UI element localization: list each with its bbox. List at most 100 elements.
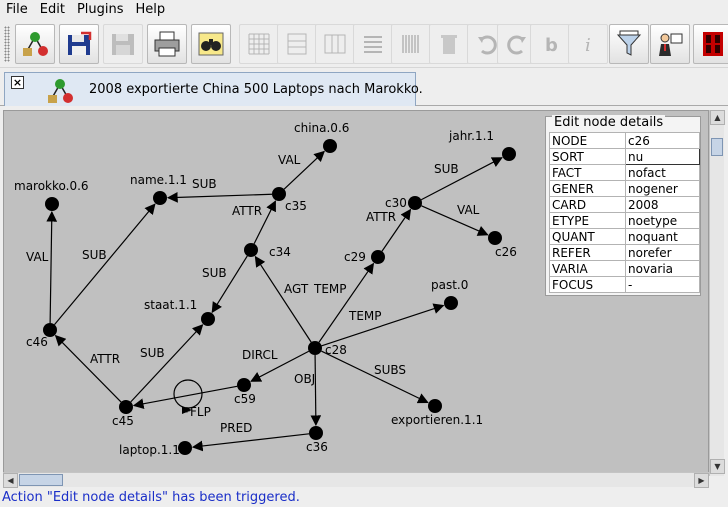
scroll-up-icon[interactable]: ▲ [710, 110, 725, 125]
graph-edge[interactable] [54, 203, 156, 326]
graph-edge[interactable] [310, 354, 322, 427]
graph-edge[interactable] [132, 385, 238, 410]
detail-value-node[interactable]: c26 [625, 132, 700, 149]
node-label[interactable]: laptop.1.1 [119, 443, 180, 457]
graph-edge[interactable] [46, 210, 58, 324]
node-label[interactable]: staat.1.1 [144, 298, 197, 312]
graph-node[interactable] [408, 196, 422, 210]
graph-node[interactable] [444, 296, 458, 310]
horizontal-scroll-thumb[interactable] [19, 474, 63, 486]
teacher-button[interactable] [650, 24, 690, 64]
printer-icon [154, 31, 180, 57]
node-label[interactable]: exportieren.1.1 [391, 413, 483, 427]
edge-label: TEMP [313, 282, 347, 296]
node-label[interactable]: c34 [269, 245, 291, 259]
info-button[interactable]: i [568, 24, 608, 64]
detail-value-focus[interactable]: - [625, 276, 700, 293]
graph-node[interactable] [201, 312, 215, 326]
node-label[interactable]: c46 [26, 335, 48, 349]
detail-value-varia[interactable]: novaria [625, 260, 700, 277]
graph-node[interactable] [244, 243, 258, 257]
graph-node[interactable] [153, 191, 167, 205]
node-label[interactable]: c36 [306, 440, 328, 454]
node-label[interactable]: c29 [344, 250, 366, 264]
menu-plugins[interactable]: Plugins [71, 0, 130, 20]
vertical-scroll-thumb[interactable] [711, 138, 723, 156]
graph-node[interactable] [488, 231, 502, 245]
graph-node[interactable] [428, 399, 442, 413]
detail-value-gener[interactable]: nogener [625, 180, 700, 197]
vertical-scrollbar[interactable]: ▲ ▼ [709, 110, 725, 476]
graph-node[interactable] [45, 197, 59, 211]
detail-value-quant[interactable]: noquant [625, 228, 700, 245]
bold-button[interactable]: b [530, 24, 570, 64]
graph-edge[interactable] [54, 334, 122, 403]
detail-value-etype[interactable]: noetype [625, 212, 700, 229]
graph-edge[interactable] [166, 192, 273, 203]
find-button[interactable] [191, 24, 231, 64]
detail-value-fact[interactable]: nofact [625, 164, 700, 181]
node-label[interactable]: china.0.6 [294, 121, 349, 135]
graph-node[interactable] [237, 378, 251, 392]
grid-button[interactable] [239, 24, 279, 64]
graph-edge[interactable] [318, 262, 375, 343]
node-label[interactable]: past.0 [431, 278, 468, 292]
graph-node[interactable] [371, 250, 385, 264]
detail-value-sort[interactable]: nu [625, 148, 700, 165]
graph-edge[interactable] [130, 324, 204, 403]
menu-edit[interactable]: Edit [34, 0, 71, 20]
toolbar-grip[interactable] [4, 26, 10, 62]
display-button[interactable] [693, 24, 728, 64]
table-row: ETYPE noetype [549, 212, 700, 229]
trash-icon [441, 35, 457, 54]
graph-node[interactable] [272, 187, 286, 201]
graph-node[interactable] [119, 400, 133, 414]
horizontal-scrollbar[interactable]: ◀ ▶ [3, 472, 709, 488]
graph-edge[interactable] [254, 255, 312, 343]
node-label[interactable]: name.1.1 [130, 173, 187, 187]
new-graph-button[interactable] [15, 24, 55, 64]
graph-node[interactable] [323, 139, 337, 153]
print-button[interactable] [147, 24, 187, 64]
bold-b-icon: b [545, 35, 558, 56]
tab-sentence[interactable]: × 2008 exportierte China 500 Laptops nac… [4, 72, 423, 106]
edge-label: PRED [220, 421, 252, 435]
edge-label: SUB [434, 162, 459, 176]
node-label[interactable]: c26 [495, 245, 517, 259]
close-icon[interactable]: × [11, 76, 24, 89]
graph-node[interactable] [178, 441, 192, 455]
graph-edge[interactable] [191, 433, 310, 452]
scroll-left-icon[interactable]: ◀ [3, 473, 18, 488]
node-label[interactable]: c30 [385, 196, 407, 210]
menu-file[interactable]: File [0, 0, 34, 20]
edge-label: VAL [278, 153, 301, 167]
graph-edge[interactable] [211, 255, 248, 314]
horizontal-layout-button[interactable] [277, 24, 317, 64]
scroll-down-icon[interactable]: ▼ [710, 459, 725, 474]
node-label[interactable]: jahr.1.1 [448, 129, 494, 143]
align-button[interactable] [353, 24, 393, 64]
scroll-right-icon[interactable]: ▶ [694, 473, 709, 488]
graph-node[interactable] [502, 147, 516, 161]
detail-value-card[interactable]: 2008 [625, 196, 700, 213]
graph-node[interactable] [308, 341, 322, 355]
detail-value-refer[interactable]: norefer [625, 244, 700, 261]
filter-button[interactable] [609, 24, 649, 64]
node-label[interactable]: marokko.0.6 [14, 179, 89, 193]
delete-button[interactable] [429, 24, 469, 64]
vertical-layout-button[interactable] [315, 24, 355, 64]
node-details-table: NODE c26 SORT nu FACT nofact GENER nogener C… [549, 132, 700, 293]
menu-help[interactable]: Help [130, 0, 172, 20]
lines-icon [364, 36, 382, 53]
save-button[interactable] [103, 24, 143, 64]
node-label[interactable]: c45 [112, 414, 134, 428]
presenter-icon [659, 33, 683, 56]
barcode-button[interactable] [391, 24, 431, 64]
status-bar: Action "Edit node details" has been trig… [0, 489, 728, 507]
node-label[interactable]: c28 [325, 343, 347, 357]
node-label[interactable]: c59 [234, 392, 256, 406]
graph-node[interactable] [309, 426, 323, 440]
edge-label: ATTR [90, 352, 120, 366]
node-label[interactable]: c35 [285, 199, 307, 213]
open-button[interactable] [59, 24, 99, 64]
